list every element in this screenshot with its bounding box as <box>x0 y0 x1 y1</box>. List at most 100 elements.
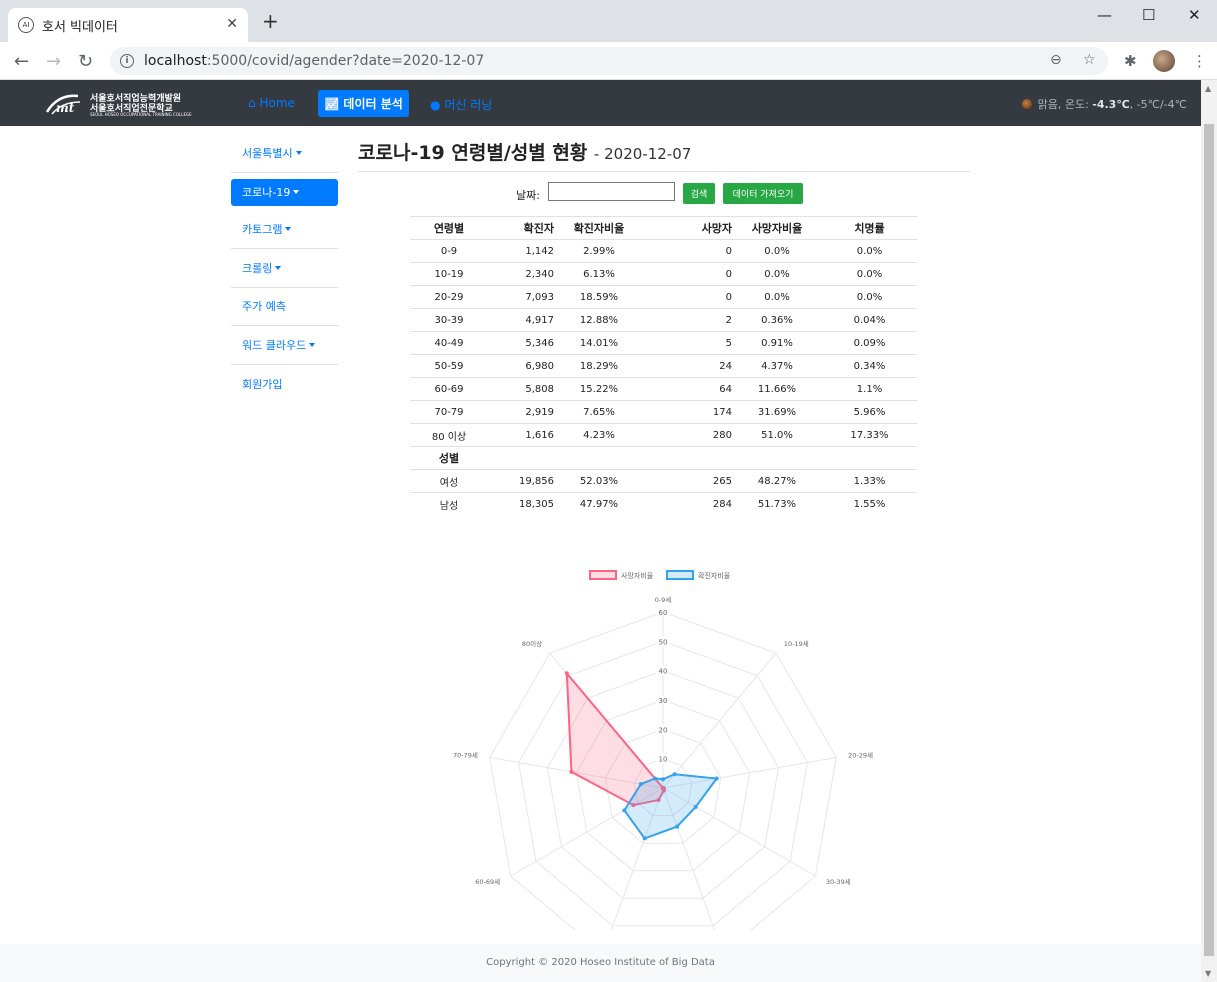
date-input[interactable] <box>548 182 675 201</box>
sidebar-item-cartogram[interactable]: 카토그램 <box>231 211 338 249</box>
nav-ml-label: 머신 러닝 <box>444 98 493 112</box>
new-tab-icon[interactable]: + <box>262 11 279 31</box>
table-header-row: 연령별 확진자 확진자비율 사망자 사망자비율 치명률 <box>410 216 917 240</box>
nav-data-analysis-button[interactable]: 📈︎ 데이터 분석 <box>318 90 409 117</box>
radar-tick-label: 30 <box>659 697 668 705</box>
bookmark-star-icon[interactable]: ☆ <box>1083 52 1096 68</box>
sidebar-item-stock-prediction[interactable]: 주가 예측 <box>231 288 338 326</box>
sidebar-item-label: 카토그램 <box>242 223 283 237</box>
radar-spoke <box>662 652 777 789</box>
profile-avatar[interactable] <box>1153 50 1175 72</box>
table-cell: 4.23% <box>554 423 644 447</box>
brain-icon: ● <box>430 98 441 112</box>
maximize-icon[interactable]: ☐ <box>1142 6 1155 24</box>
forward-icon[interactable]: → <box>46 51 61 72</box>
top-navbar: mt 서울호서직업능력개발원 서울호서직업전문학교 SEOUL HOSEO OC… <box>0 80 1201 126</box>
weather-range: , -5℃/-4℃ <box>1129 98 1187 111</box>
site-logo[interactable]: mt 서울호서직업능력개발원 서울호서직업전문학교 SEOUL HOSEO OC… <box>44 88 192 120</box>
zoom-icon[interactable]: ⊖ <box>1050 52 1062 68</box>
table-cell: 0.0% <box>822 285 917 309</box>
radar-chart: 1020304050600-9세10-19세20-29세30-39세40-49세… <box>410 520 930 969</box>
scroll-down-icon[interactable]: ▼ <box>1205 969 1211 978</box>
nav-home-label: Home <box>259 96 295 110</box>
tab-title: 호서 빅데이터 <box>42 19 118 35</box>
table-cell: 1,616 <box>488 423 554 447</box>
browser-tab[interactable]: AI 호서 빅데이터 ✕ <box>8 8 248 42</box>
sidebar-item-label: 워드 클라우드 <box>242 338 307 352</box>
table-cell: 0.91% <box>732 331 822 355</box>
sidebar-item-crawling[interactable]: 크롤링 <box>231 249 338 288</box>
table-cell: 14.01% <box>554 331 644 355</box>
table-cell: 280 <box>644 423 732 447</box>
radar-tick-label: 10 <box>659 756 668 764</box>
weather-temp: -4.3℃ <box>1092 98 1130 111</box>
table-cell: 70-79 <box>410 400 488 424</box>
sidebar-item-label: 코로나-19 <box>242 186 291 199</box>
page-subtitle-date: - 2020-12-07 <box>593 145 692 163</box>
table-cell: 5.96% <box>822 400 917 424</box>
minimize-icon[interactable]: — <box>1097 6 1112 24</box>
sidebar-item-label: 주가 예측 <box>242 300 286 314</box>
table-row: 70-79 2,919 7.65% 174 31.69% 5.96% <box>410 400 917 424</box>
close-tab-icon[interactable]: ✕ <box>226 16 238 32</box>
table-row: 남성 18,305 47.97% 284 51.73% 1.55% <box>410 492 917 516</box>
radar-category-label: 60-69세 <box>475 877 500 886</box>
radar-point <box>693 804 698 809</box>
radar-category-label: 20-29세 <box>848 750 873 759</box>
table-cell: 1,142 <box>488 239 554 263</box>
table-cell: 20-29 <box>410 285 488 309</box>
radar-point <box>714 776 719 781</box>
table-cell: 24 <box>644 354 732 378</box>
sidebar-item-label: 서울특별시 <box>242 146 293 160</box>
sidebar-item-covid19[interactable]: 코로나-19 <box>231 178 338 206</box>
table-row: 10-19 2,340 6.13% 0 0.0% 0.0% <box>410 262 917 286</box>
sidebar-item-signup[interactable]: 회원가입 <box>231 365 338 404</box>
sidebar-item-seoul[interactable]: 서울특별시 <box>231 134 338 173</box>
site-info-icon[interactable]: i <box>120 54 134 68</box>
radar-point <box>661 777 665 782</box>
table-cell: 6,980 <box>488 354 554 378</box>
close-window-icon[interactable]: ✕ <box>1188 6 1201 24</box>
date-label: 날짜: <box>516 189 540 202</box>
menu-kebab-icon[interactable]: ⋮ <box>1192 52 1207 70</box>
search-button[interactable]: 검색 <box>683 183 715 204</box>
table-cell: 0-9 <box>410 239 488 263</box>
table-cell: 0.0% <box>732 285 822 309</box>
nav-home-link[interactable]: ⌂ Home <box>248 96 295 110</box>
table-cell: 47.97% <box>554 492 644 516</box>
sidebar-item-label: 회원가입 <box>242 377 283 391</box>
legend-label: 확진자비율 <box>698 571 731 580</box>
extensions-icon[interactable]: ✱ <box>1124 52 1137 70</box>
page-scrollbar[interactable]: ▲ ▼ <box>1201 80 1217 982</box>
table-cell: 284 <box>644 492 732 516</box>
url-input[interactable]: i localhost:5000/covid/agender?date=2020… <box>110 47 1108 75</box>
column-header: 확진자비율 <box>554 216 644 240</box>
back-icon[interactable]: ← <box>14 51 29 72</box>
sidebar-item-word-cloud[interactable]: 워드 클라우드 <box>231 326 338 365</box>
nav-machine-learning-link[interactable]: ● 머신 러닝 <box>430 96 492 113</box>
table-cell: 5,346 <box>488 331 554 355</box>
table-cell: 40-49 <box>410 331 488 355</box>
favicon-icon: AI <box>18 17 34 33</box>
table-cell: 174 <box>644 400 732 424</box>
table-cell: 52.03% <box>554 469 644 493</box>
radar-tick-label: 20 <box>659 726 668 734</box>
caret-down-icon <box>285 227 292 232</box>
table-cell: 10-19 <box>410 262 488 286</box>
browser-tab-bar: AI 호서 빅데이터 ✕ + — ☐ ✕ <box>0 0 1217 42</box>
footer: Copyright © 2020 Hoseo Institute of Big … <box>0 944 1201 982</box>
table-row: 30-39 4,917 12.88% 2 0.36% 0.04% <box>410 308 917 332</box>
table-cell: 2 <box>644 308 732 332</box>
column-header: 사망자 <box>644 216 732 240</box>
table-cell: 51.0% <box>732 423 822 447</box>
radar-category-label: 70-79세 <box>453 750 478 759</box>
scrollbar-thumb[interactable] <box>1204 124 1214 956</box>
reload-icon[interactable]: ↻ <box>78 51 93 72</box>
table-row: 50-59 6,980 18.29% 24 4.37% 0.34% <box>410 354 917 378</box>
scroll-up-icon[interactable]: ▲ <box>1205 84 1211 93</box>
fetch-data-button[interactable]: 데이터 가져오기 <box>723 183 803 204</box>
table-cell: 18.59% <box>554 285 644 309</box>
legend-swatch <box>589 570 617 580</box>
table-cell: 15.22% <box>554 377 644 401</box>
table-cell: 48.27% <box>732 469 822 493</box>
